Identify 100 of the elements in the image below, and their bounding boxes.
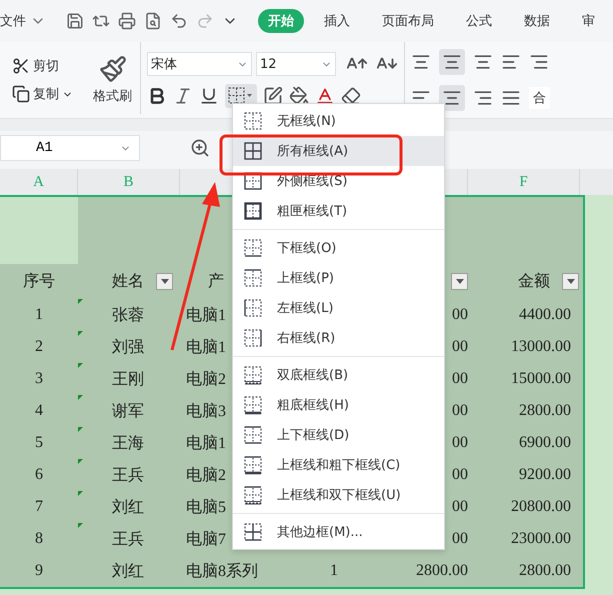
menu-item[interactable]: 所有框线(A)	[233, 136, 444, 166]
menu-item[interactable]: 粗匣框线(T)	[233, 196, 444, 226]
table-cell: 2800.00	[519, 562, 571, 580]
border-style-icon	[243, 141, 263, 161]
align-middle-button[interactable]	[439, 49, 465, 75]
menu-item[interactable]: 上下框线(D)	[233, 420, 444, 450]
table-cell: 00	[452, 338, 468, 356]
eraser-icon[interactable]	[341, 86, 361, 106]
border-style-icon	[243, 425, 263, 445]
table-cell: 3	[35, 370, 43, 388]
align-center-button[interactable]	[439, 85, 465, 111]
menu-item[interactable]: 右框线(R)	[233, 323, 444, 353]
menu-item[interactable]: 双底框线(B)	[233, 360, 444, 390]
table-cell: 4	[35, 402, 43, 420]
copy-button[interactable]: 复制	[12, 85, 73, 103]
filter-button[interactable]	[156, 273, 173, 290]
zoom-icon[interactable]	[190, 138, 210, 158]
table-cell: 2800.00	[519, 402, 571, 420]
table-cell: 6	[35, 466, 43, 484]
merge-button[interactable]: 合	[529, 87, 550, 109]
table-cell-text: 刘红	[112, 562, 144, 582]
border-style-icon	[243, 298, 263, 318]
table-cell: 13000.00	[511, 338, 571, 356]
border-style-icon	[243, 201, 263, 221]
border-style-icon	[243, 455, 263, 475]
table-cell: 00	[452, 466, 468, 484]
filter-button[interactable]	[451, 273, 468, 290]
table-cell-text: 电脑5	[186, 498, 226, 518]
ribbon-tab[interactable]: 页面布局	[372, 9, 444, 33]
print-icon[interactable]	[118, 12, 136, 30]
table-cell: 00	[452, 370, 468, 388]
menu-item[interactable]: 上框线和粗下框线(C)	[233, 450, 444, 480]
table-cell-text: 电脑8系列	[186, 562, 258, 582]
table-cell-text: 王海	[112, 434, 144, 454]
table-cell: 2	[35, 338, 43, 356]
ribbon-tab[interactable]: 审	[572, 9, 605, 33]
print-preview-icon[interactable]	[144, 12, 162, 30]
fill-color-icon[interactable]	[289, 86, 309, 106]
table-cell: 1	[35, 306, 43, 324]
table-cell: 8	[35, 530, 43, 548]
brush-icon	[98, 55, 126, 83]
table-cell: 4400.00	[519, 306, 571, 324]
save-icon[interactable]	[66, 12, 84, 30]
undo-icon[interactable]	[170, 12, 188, 30]
table-cell: 00	[452, 530, 468, 548]
border-style-icon	[243, 238, 263, 258]
menu-item[interactable]: 其他边框(M)...	[233, 517, 444, 547]
table-cell: 15000.00	[511, 370, 571, 388]
border-style-icon	[243, 395, 263, 415]
column-title: 产	[208, 272, 224, 292]
border-style-icon	[243, 485, 263, 505]
cut-button[interactable]: 剪切	[12, 57, 73, 75]
table-cell: 5	[35, 434, 43, 452]
table-cell: 00	[452, 498, 468, 516]
name-box[interactable]: A1	[0, 135, 140, 161]
table-cell: 20800.00	[511, 498, 571, 516]
column-title: 序号	[23, 272, 55, 292]
menu-item[interactable]: 粗底框线(H)	[233, 390, 444, 420]
table-cell-text: 刘红	[112, 498, 144, 518]
table-cell: 2800.00	[416, 562, 468, 580]
font-size-field[interactable]: 12	[256, 52, 336, 76]
font-name-field[interactable]: 宋体	[147, 52, 252, 76]
table-cell: 9	[35, 562, 43, 580]
table-cell: 1	[330, 562, 338, 580]
ribbon-tab[interactable]: 数据	[514, 9, 560, 33]
table-cell-text: 张蓉	[112, 306, 144, 326]
menu-item[interactable]: 外侧框线(S)	[233, 166, 444, 196]
table-cell-text: 电脑2	[186, 370, 226, 390]
ribbon-tab[interactable]: 插入	[314, 9, 360, 33]
table-cell: 9200.00	[519, 466, 571, 484]
format-painter-button[interactable]: 格式刷	[89, 55, 136, 105]
table-cell: 7	[35, 498, 43, 516]
table-cell: 00	[452, 434, 468, 452]
menu-item[interactable]: 左框线(L)	[233, 293, 444, 323]
underline-icon[interactable]	[199, 86, 219, 106]
table-cell-text: 电脑3	[186, 402, 226, 422]
border-style-icon	[243, 268, 263, 288]
table-cell-text: 王兵	[112, 466, 144, 486]
font-color-icon[interactable]	[315, 86, 335, 106]
border-style-icon	[243, 328, 263, 348]
menu-item[interactable]: 无框线(N)	[233, 106, 444, 136]
table-cell-text: 电脑1	[186, 434, 226, 454]
table-cell: 23000.00	[511, 530, 571, 548]
table-cell-text: 王刚	[112, 370, 144, 390]
column-title: 金额	[518, 272, 550, 292]
menu-item[interactable]: 下框线(O)	[233, 233, 444, 263]
ribbon-tab[interactable]: 公式	[456, 9, 502, 33]
table-cell-text: 电脑1	[186, 306, 226, 326]
menu-item[interactable]: 上框线(P)	[233, 263, 444, 293]
filter-button[interactable]	[562, 273, 579, 290]
border-style-icon	[243, 365, 263, 385]
border-style-icon	[243, 111, 263, 131]
table-cell-text: 电脑1	[186, 338, 226, 358]
table-cell-text: 电脑2	[186, 466, 226, 486]
column-title: 姓名	[112, 272, 144, 292]
file-menu[interactable]: 文件	[0, 12, 26, 30]
menu-item[interactable]: 上框线和双下框线(U)	[233, 480, 444, 510]
table-cell: 6900.00	[519, 434, 571, 452]
table-cell-text: 谢军	[112, 402, 144, 422]
scissors-icon	[12, 57, 30, 75]
